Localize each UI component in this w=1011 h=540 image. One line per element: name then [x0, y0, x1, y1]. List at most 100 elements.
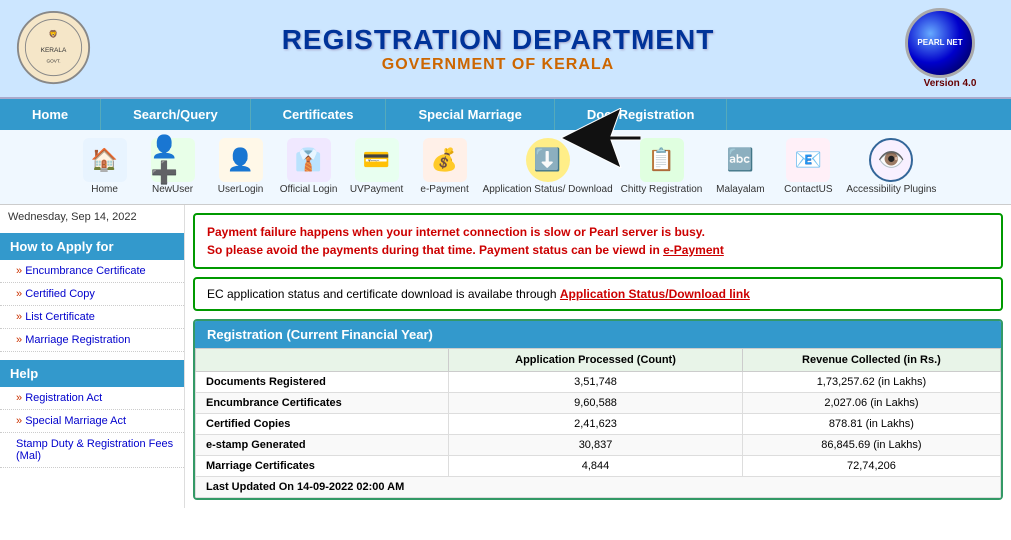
uv-payment-icon: 💳 — [355, 138, 399, 182]
contact-us-icon: 📧 — [786, 138, 830, 182]
svg-text:GOVT.: GOVT. — [46, 58, 60, 63]
home-icon-item[interactable]: 🏠 Home — [75, 138, 135, 196]
official-login-icon-label: Official Login — [280, 184, 338, 196]
user-login-icon-item[interactable]: 👤 UserLogin — [211, 138, 271, 196]
row-count-0: 3,51,748 — [449, 372, 743, 393]
table-row: Marriage Certificates 4,844 72,74,206 — [196, 456, 1001, 477]
dept-title: REGISTRATION DEPARTMENT — [91, 24, 905, 56]
sidebar-link-certified-copy[interactable]: Certified Copy — [0, 283, 184, 306]
row-revenue-1: 2,027.06 (in Lakhs) — [742, 393, 1000, 414]
iconbar: 🏠 Home 👤➕ NewUser 👤 UserLogin 👔 Official… — [0, 130, 1011, 205]
sidebar-link-encumbrance[interactable]: Encumbrance Certificate — [0, 260, 184, 283]
new-user-icon-label: NewUser — [152, 184, 193, 196]
payment-alert-text: Payment failure happens when your intern… — [207, 223, 989, 259]
row-count-1: 9,60,588 — [449, 393, 743, 414]
chitty-registration-icon-item[interactable]: 📋 Chitty Registration — [621, 138, 703, 196]
nav-special-marriage[interactable]: Special Marriage — [386, 99, 554, 130]
row-label-2: Certified Copies — [196, 414, 449, 435]
nav-doc-registration[interactable]: Doc. Registration — [555, 99, 728, 130]
app-status-icon-label: Application Status/ Download — [483, 184, 613, 196]
col-header-rev: Revenue Collected (in Rs.) — [742, 349, 1000, 372]
navbar: Home Search/Query Certificates Special M… — [0, 99, 1011, 130]
nav-home[interactable]: Home — [0, 99, 101, 130]
malayalam-icon-label: Malayalam — [716, 184, 764, 196]
svg-text:KERALA: KERALA — [41, 47, 67, 54]
registration-table: Application Processed (Count) Revenue Co… — [195, 348, 1001, 498]
epayment-link[interactable]: e-Payment — [663, 243, 724, 257]
payment-alert-box: Payment failure happens when your intern… — [193, 213, 1003, 269]
new-user-icon: 👤➕ — [151, 138, 195, 182]
accessibility-icon: 👁️ — [869, 138, 913, 182]
table-row: Documents Registered 3,51,748 1,73,257.6… — [196, 372, 1001, 393]
kerala-emblem: 🦁 KERALA GOVT. — [16, 10, 91, 85]
header-title-block: REGISTRATION DEPARTMENT GOVERNMENT OF KE… — [91, 24, 905, 74]
e-payment-icon-item[interactable]: 💰 e-Payment — [415, 138, 475, 196]
chitty-registration-icon: 📋 — [640, 138, 684, 182]
last-updated-text: Last Updated On 14-09-2022 02:00 AM — [196, 477, 1001, 498]
sidebar-link-marriage-reg[interactable]: Marriage Registration — [0, 329, 184, 352]
e-payment-icon: 💰 — [423, 138, 467, 182]
nav-certificates[interactable]: Certificates — [251, 99, 387, 130]
row-label-0: Documents Registered — [196, 372, 449, 393]
header: 🦁 KERALA GOVT. REGISTRATION DEPARTMENT G… — [0, 0, 1011, 99]
content-wrapper: Wednesday, Sep 14, 2022 How to Apply for… — [0, 205, 1011, 508]
sidebar-link-registration-act[interactable]: Registration Act — [0, 387, 184, 410]
home-icon: 🏠 — [83, 138, 127, 182]
table-row: Certified Copies 2,41,623 878.81 (in Lak… — [196, 414, 1001, 435]
chitty-registration-icon-label: Chitty Registration — [621, 184, 703, 196]
sidebar-link-list-certificate[interactable]: List Certificate — [0, 306, 184, 329]
col-header-app: Application Processed (Count) — [449, 349, 743, 372]
row-count-4: 4,844 — [449, 456, 743, 477]
sidebar-stamp-duty[interactable]: Stamp Duty & Registration Fees (Mal) — [0, 433, 184, 468]
row-label-1: Encumbrance Certificates — [196, 393, 449, 414]
version-text: Version 4.0 — [905, 78, 995, 89]
main-content: Payment failure happens when your intern… — [185, 205, 1011, 508]
row-count-3: 30,837 — [449, 435, 743, 456]
reg-table-title: Registration (Current Financial Year) — [195, 321, 1001, 348]
app-status-icon: ⬇️ — [526, 138, 570, 182]
contact-us-icon-item[interactable]: 📧 ContactUS — [778, 138, 838, 196]
ec-alert-box: EC application status and certificate do… — [193, 277, 1003, 311]
row-count-2: 2,41,623 — [449, 414, 743, 435]
accessibility-icon-item[interactable]: 👁️ Accessibility Plugins — [846, 138, 936, 196]
app-status-icon-item[interactable]: ⬇️ Application Status/ Download — [483, 138, 613, 196]
help-title: Help — [0, 360, 184, 387]
uv-payment-icon-label: UVPayment — [350, 184, 403, 196]
svg-text:🦁: 🦁 — [49, 29, 58, 38]
chitty-arrow-group: 📋 Chitty Registration — [621, 138, 703, 196]
user-login-icon: 👤 — [219, 138, 263, 182]
date-label: Wednesday, Sep 14, 2022 — [0, 205, 184, 229]
row-label-3: e-stamp Generated — [196, 435, 449, 456]
official-login-icon-item[interactable]: 👔 Official Login — [279, 138, 339, 196]
ec-alert-text: EC application status and certificate do… — [207, 287, 560, 301]
pearl-label: PEARL NET — [917, 38, 962, 48]
col-header-label — [196, 349, 449, 372]
registration-table-wrapper: Registration (Current Financial Year) Ap… — [193, 319, 1003, 500]
new-user-icon-item[interactable]: 👤➕ NewUser — [143, 138, 203, 196]
malayalam-icon-item[interactable]: 🔤 Malayalam — [710, 138, 770, 196]
sidebar-link-special-marriage-act[interactable]: Special Marriage Act — [0, 410, 184, 433]
globe-icon: PEARL NET — [905, 8, 975, 78]
user-login-icon-label: UserLogin — [218, 184, 264, 196]
malayalam-icon: 🔤 — [718, 138, 762, 182]
row-revenue-0: 1,73,257.62 (in Lakhs) — [742, 372, 1000, 393]
nav-search[interactable]: Search/Query — [101, 99, 251, 130]
row-label-4: Marriage Certificates — [196, 456, 449, 477]
app-status-download-link[interactable]: Application Status/Download link — [560, 287, 750, 301]
accessibility-icon-label: Accessibility Plugins — [846, 184, 936, 196]
sidebar: Wednesday, Sep 14, 2022 How to Apply for… — [0, 205, 185, 508]
dept-subtitle: GOVERNMENT OF KERALA — [91, 56, 905, 74]
last-updated-row: Last Updated On 14-09-2022 02:00 AM — [196, 477, 1001, 498]
home-icon-label: Home — [91, 184, 118, 196]
table-row: Encumbrance Certificates 9,60,588 2,027.… — [196, 393, 1001, 414]
official-login-icon: 👔 — [287, 138, 331, 182]
table-row: e-stamp Generated 30,837 86,845.69 (in L… — [196, 435, 1001, 456]
row-revenue-4: 72,74,206 — [742, 456, 1000, 477]
row-revenue-3: 86,845.69 (in Lakhs) — [742, 435, 1000, 456]
contact-us-icon-label: ContactUS — [784, 184, 832, 196]
header-globe-area: PEARL NET Version 4.0 — [905, 8, 995, 89]
uv-payment-icon-item[interactable]: 💳 UVPayment — [347, 138, 407, 196]
row-revenue-2: 878.81 (in Lakhs) — [742, 414, 1000, 435]
how-to-apply-title: How to Apply for — [0, 233, 184, 260]
header-logo-area: 🦁 KERALA GOVT. — [16, 10, 91, 88]
